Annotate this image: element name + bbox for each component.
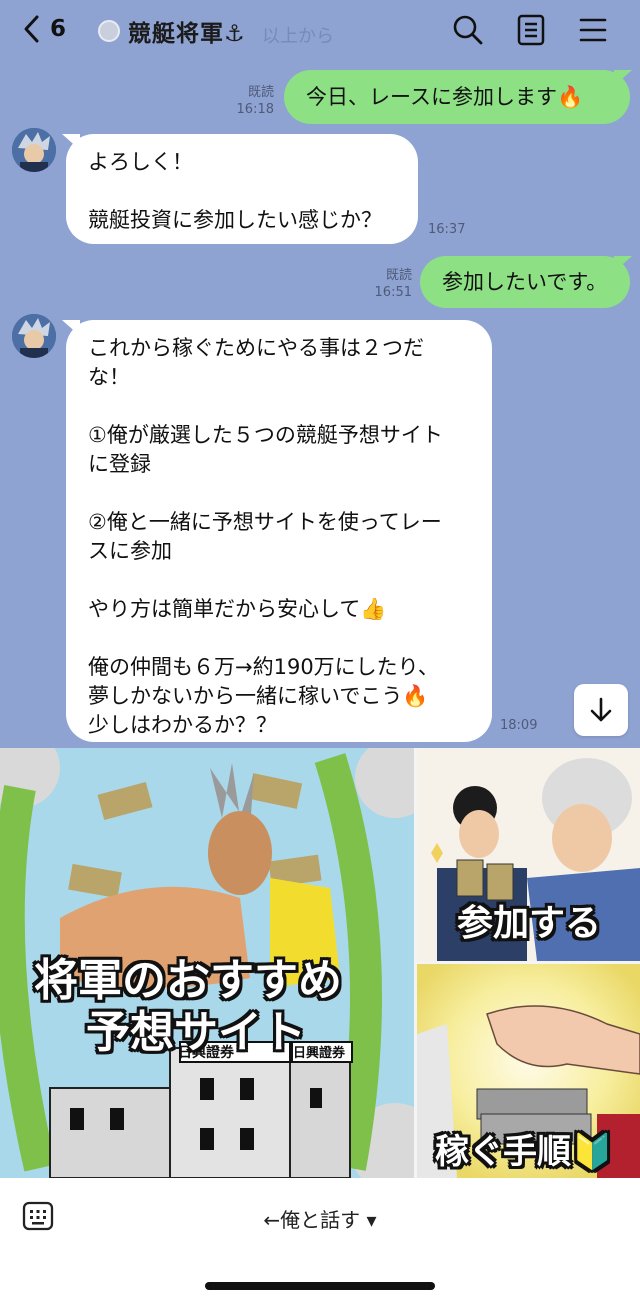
message-line: これから稼ぐためにやる事は２つだ (88, 336, 424, 360)
message-line: に登録 (88, 452, 151, 476)
tile-label: 稼ぐ手順🔰 (435, 1132, 614, 1172)
message-line (88, 177, 396, 206)
ghost-text: 以上から (262, 26, 334, 47)
scroll-to-bottom-button[interactable] (574, 684, 628, 736)
bottom-bar: ←俺と話す ▾ (0, 1178, 640, 1306)
message-meta: 既読 16:18 (226, 84, 274, 118)
message-time: 16:37 (428, 222, 466, 237)
unread-count: 6 (50, 16, 67, 42)
their-message-bubble[interactable]: よろしく！ 競艇投資に参加したい感じか？ (66, 134, 418, 244)
my-message-bubble[interactable]: 今日、レースに参加します🔥 (284, 70, 630, 124)
back-button[interactable]: 6 (22, 14, 66, 44)
message-line: 俺の仲間も６万→約190万にしたり、 (88, 655, 439, 679)
message-line: よろしく！ (88, 150, 193, 174)
message-line: 少しはわかるか？？ (88, 713, 277, 737)
avatar-image (12, 314, 56, 358)
message-line (88, 566, 470, 595)
notes-icon[interactable] (516, 14, 546, 46)
message-line: な！ (88, 365, 130, 389)
message-line: やり方は簡単だから安心して👍 (88, 597, 387, 621)
message-line: ②俺と一緒に予想サイトを使ってレー (88, 510, 442, 534)
message-text: 今日、レースに参加します🔥 (306, 84, 584, 109)
message-line: スに参加 (88, 539, 172, 563)
their-message-bubble[interactable]: これから稼ぐためにやる事は２つだ な！ ①俺が厳選した５つの競艇予想サイト に登… (66, 320, 492, 742)
message-meta: 既読 16:51 (364, 267, 412, 301)
message-line (88, 392, 470, 421)
message-line: ①俺が厳選した５つの競艇予想サイト (88, 423, 443, 447)
read-receipt: 既読 (385, 268, 412, 283)
menu-icon[interactable] (578, 14, 608, 46)
chat-header: 6 競艇将軍⚓ 以上から (0, 0, 640, 62)
official-badge-icon (98, 20, 120, 42)
avatar[interactable] (12, 128, 56, 172)
back-chevron-icon (24, 15, 39, 43)
message-line: 夢しかないから一緒に稼いでこう🔥 (88, 684, 429, 708)
avatar-image (12, 128, 56, 172)
search-icon[interactable] (452, 14, 484, 46)
message-line (88, 624, 470, 653)
read-receipt: 既読 (247, 85, 274, 100)
tile-heading: 予想サイト (86, 1007, 306, 1058)
message-line: 競艇投資に参加したい感じか？ (88, 208, 382, 232)
message-time: 18:09 (500, 718, 538, 733)
message-time: 16:51 (374, 285, 412, 300)
chat-title: 競艇将軍⚓ (128, 21, 246, 47)
join-tile[interactable]: 参加する (417, 748, 640, 961)
rich-menu: 日興證券 日興證券 将軍のおすすめ 予想サイト 参加する 稼ぐ手順🔰 (0, 748, 640, 1178)
earning-steps-tile[interactable]: 稼ぐ手順🔰 (417, 964, 640, 1178)
tile-label: 参加する (457, 902, 602, 944)
message-line (88, 479, 470, 508)
recommended-sites-tile[interactable]: 日興證券 日興證券 将軍のおすすめ 予想サイト (0, 748, 414, 1178)
avatar[interactable] (12, 314, 56, 358)
talk-menu-toggle[interactable]: ←俺と話す ▾ (0, 1204, 640, 1233)
message-time: 16:18 (236, 102, 274, 117)
my-message-bubble[interactable]: 参加したいです。 (420, 256, 630, 308)
arrow-down-icon (590, 697, 612, 722)
home-indicator[interactable] (205, 1282, 435, 1290)
message-text: 参加したいです。 (442, 269, 608, 294)
